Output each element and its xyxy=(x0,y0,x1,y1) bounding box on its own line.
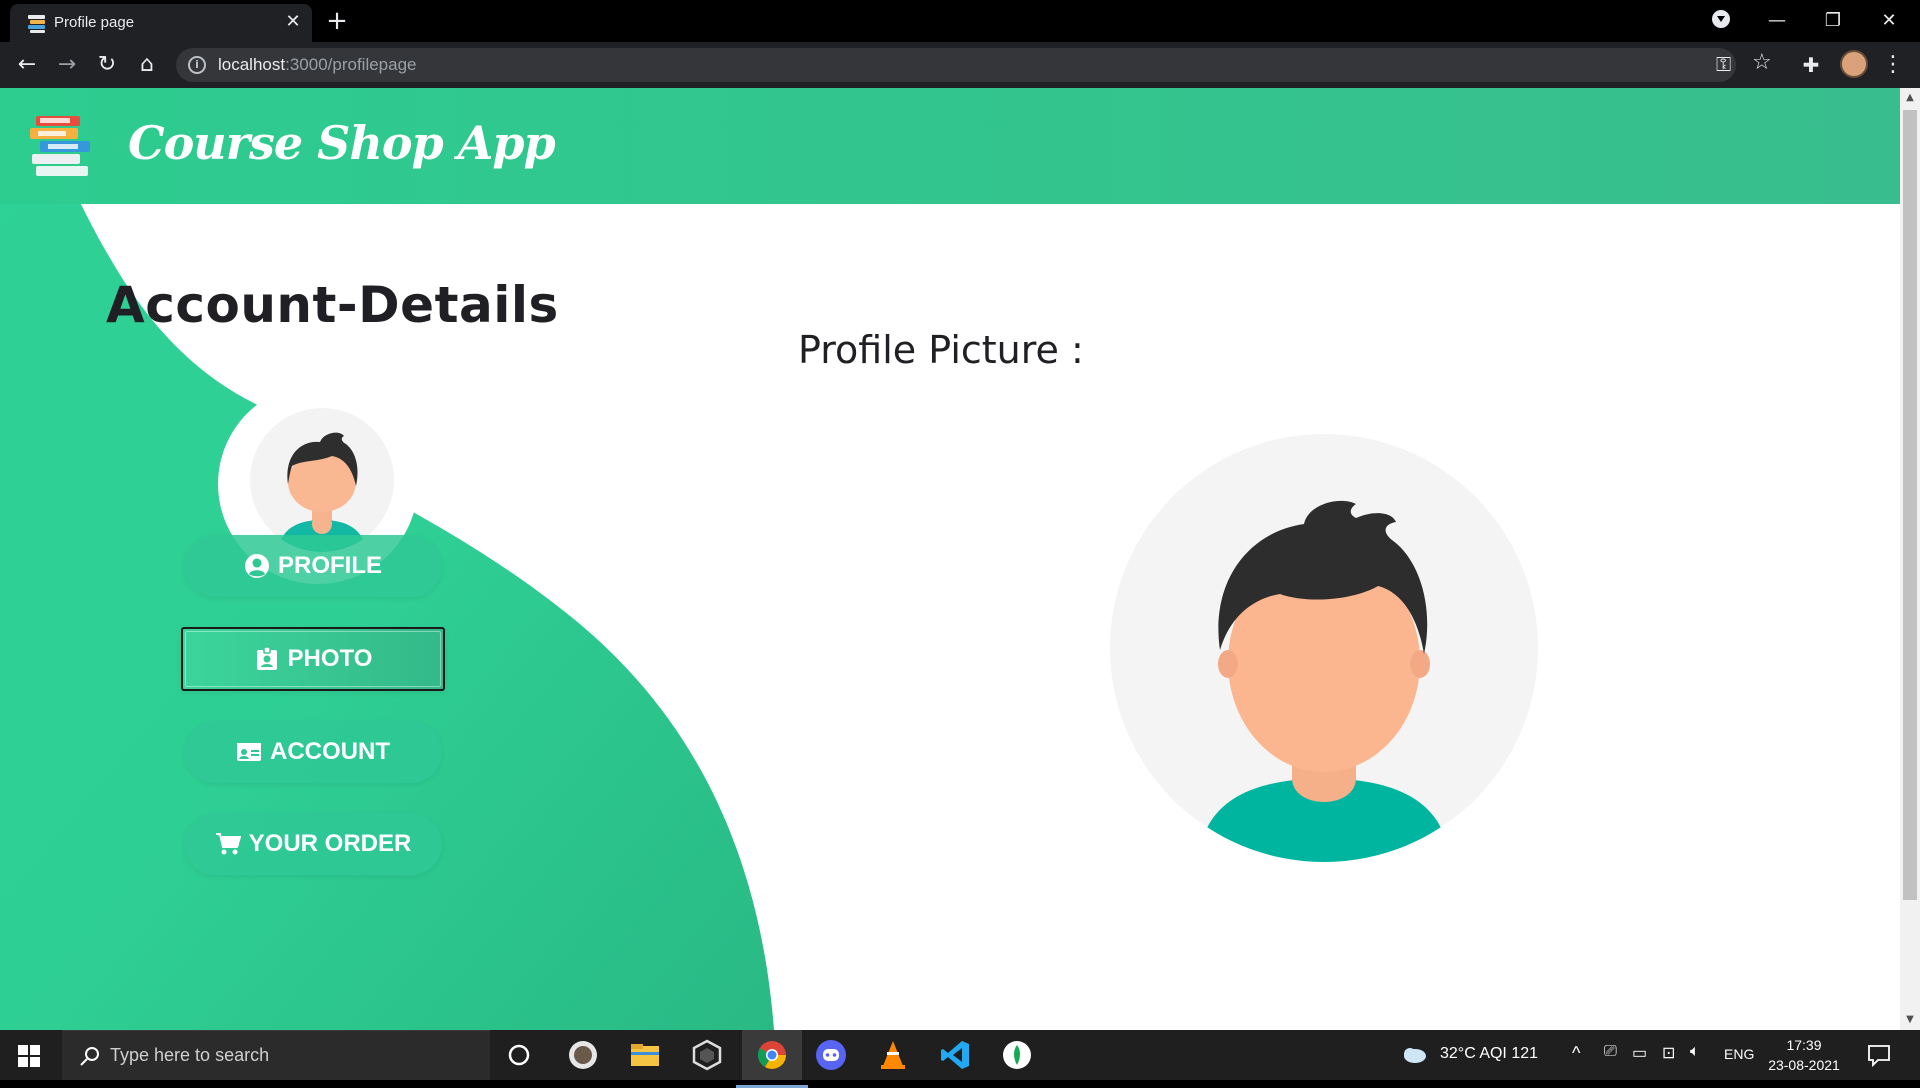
chrome-taskbar-button[interactable] xyxy=(736,1030,808,1088)
account-button-label: ACCOUNT xyxy=(270,738,390,765)
volume-icon[interactable]: 🔈︎ xyxy=(1690,1043,1700,1061)
minimize-button[interactable]: — xyxy=(1762,6,1792,36)
taskbar-search-box[interactable]: Type here to search xyxy=(62,1030,490,1080)
scroll-down-arrow-icon[interactable]: ▼ xyxy=(1904,1014,1916,1026)
scroll-thumb[interactable] xyxy=(1903,110,1917,900)
tab-search-icon[interactable] xyxy=(1712,10,1730,28)
profile-picture-avatar[interactable] xyxy=(1108,432,1540,864)
address-bar[interactable]: i localhost:3000/profilepage ⚿ ☆ xyxy=(176,48,1772,82)
app-header: Course Shop App xyxy=(0,88,1900,204)
back-arrow-icon[interactable]: ← xyxy=(12,50,42,80)
weather-cloud-icon[interactable] xyxy=(1400,1044,1428,1066)
file-explorer-icon[interactable] xyxy=(628,1038,662,1072)
windows-start-icon[interactable] xyxy=(18,1045,40,1067)
battery-icon[interactable]: ▭ xyxy=(1632,1043,1647,1063)
language-indicator[interactable]: ENG xyxy=(1724,1046,1754,1062)
url-host: localhost xyxy=(218,55,286,74)
restore-button[interactable]: ❐ xyxy=(1818,6,1848,36)
discord-icon[interactable] xyxy=(814,1038,848,1072)
chrome-icon xyxy=(757,1041,786,1069)
unity-icon[interactable] xyxy=(690,1038,724,1072)
sidebar-avatar-icon xyxy=(250,408,394,552)
url-path: :3000/profilepage xyxy=(285,55,417,74)
reload-icon[interactable]: ↻ xyxy=(92,50,122,80)
tray-chevron-icon[interactable]: ^ xyxy=(1572,1043,1580,1064)
scroll-up-arrow-icon[interactable]: ▲ xyxy=(1904,92,1916,104)
windows-taskbar: Type here to search 32°C AQI 121 ^ ⎚ ▭ ⊡… xyxy=(0,1030,1920,1088)
clock-date: 23-08-2021 xyxy=(1768,1057,1840,1073)
page-viewport: Course Shop App Account-Details PROFILE … xyxy=(0,88,1900,1030)
vlc-icon[interactable] xyxy=(876,1038,910,1072)
forward-arrow-icon[interactable]: → xyxy=(52,50,82,80)
page-heading: Account-Details xyxy=(106,276,559,334)
photo-button-label: PHOTO xyxy=(287,645,373,672)
brand-title[interactable]: Course Shop App xyxy=(128,116,556,170)
your-order-button-label: YOUR ORDER xyxy=(248,830,412,857)
vscode-icon[interactable] xyxy=(938,1038,972,1072)
site-info-icon[interactable]: i xyxy=(188,56,206,74)
extensions-puzzle-icon[interactable]: ✚ xyxy=(1796,50,1826,80)
account-button[interactable]: ACCOUNT xyxy=(184,721,442,783)
browser-tab[interactable]: Profile page ✕ xyxy=(10,4,312,42)
your-order-button[interactable]: YOUR ORDER xyxy=(184,813,442,875)
cart-icon xyxy=(215,833,241,855)
profile-button-label: PROFILE xyxy=(277,552,382,579)
photo-button[interactable]: PHOTO xyxy=(181,627,445,691)
search-placeholder: Type here to search xyxy=(110,1045,270,1065)
notifications-icon[interactable] xyxy=(1866,1042,1892,1068)
search-icon xyxy=(80,1047,99,1066)
tab-title: Profile page xyxy=(54,14,135,31)
mongodb-compass-icon[interactable] xyxy=(1000,1038,1034,1072)
meet-now-icon[interactable]: ⎚ xyxy=(1604,1043,1617,1061)
user-circle-icon xyxy=(244,554,269,578)
cortana-icon[interactable] xyxy=(502,1038,536,1072)
browser-tab-strip: Profile page ✕ + — ❐ ✕ xyxy=(0,0,1920,42)
profile-picture-label: Profile Picture : xyxy=(798,328,1084,372)
url-text[interactable]: localhost:3000/profilepage xyxy=(218,55,417,75)
clock-time: 17:39 xyxy=(1786,1037,1822,1053)
new-tab-button[interactable]: + xyxy=(322,6,352,36)
books-logo-icon[interactable] xyxy=(30,114,92,178)
key-icon[interactable]: ⚿ xyxy=(1716,52,1731,76)
network-icon[interactable]: ⊡ xyxy=(1662,1043,1675,1063)
close-window-button[interactable]: ✕ xyxy=(1874,6,1904,36)
bookmark-star-icon[interactable]: ☆ xyxy=(1752,50,1772,75)
profile-button[interactable]: PROFILE xyxy=(184,535,442,597)
app-icon-1[interactable] xyxy=(566,1038,600,1072)
taskbar-clock[interactable]: 17:39 23-08-2021 xyxy=(1764,1035,1844,1075)
tab-close-icon[interactable]: ✕ xyxy=(282,11,304,33)
home-icon[interactable]: ⌂ xyxy=(132,50,162,80)
browser-profile-avatar[interactable] xyxy=(1840,50,1868,78)
browser-toolbar: ← → ↻ ⌂ i localhost:3000/profilepage ⚿ ☆… xyxy=(0,42,1920,88)
id-badge-icon xyxy=(256,646,277,670)
id-card-icon xyxy=(237,743,261,761)
page-scrollbar[interactable]: ▲ ▼ xyxy=(1900,88,1920,1030)
menu-kebab-icon[interactable]: ⋮ xyxy=(1878,50,1908,80)
weather-text[interactable]: 32°C AQI 121 xyxy=(1440,1045,1538,1063)
books-favicon-icon xyxy=(28,15,45,33)
